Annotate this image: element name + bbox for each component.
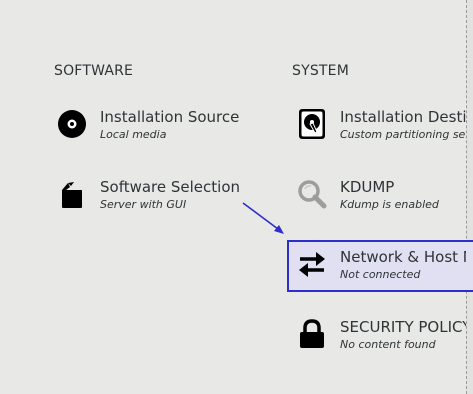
spoke-title: KDUMP (340, 178, 395, 196)
disc-icon (56, 108, 88, 140)
spoke-title: SECURITY POLICY (340, 318, 466, 336)
spoke-status: Custom partitioning selected (340, 128, 466, 141)
spoke-status: Not connected (340, 268, 421, 281)
spoke-network-host-name[interactable]: Network & Host Name Not connected (296, 248, 466, 298)
scroll-divider (466, 0, 467, 394)
spoke-title: Installation Source (100, 108, 240, 126)
section-title-software: SOFTWARE (54, 63, 134, 79)
search-icon (296, 178, 328, 210)
spoke-status: No content found (340, 338, 436, 351)
spoke-status: Kdump is enabled (340, 198, 439, 211)
section-title-system: SYSTEM (292, 63, 350, 79)
hard-drive-icon (296, 108, 328, 140)
lock-icon (296, 318, 328, 350)
window-edge (467, 0, 473, 394)
annotation-arrow (242, 202, 284, 234)
spoke-status: Local media (100, 128, 167, 141)
spoke-kdump[interactable]: KDUMP Kdump is enabled (296, 178, 466, 228)
spoke-status: Server with GUI (100, 198, 187, 211)
spoke-installation-source[interactable]: Installation Source Local media (56, 108, 276, 158)
network-arrows-icon (296, 248, 328, 280)
package-icon (56, 178, 88, 210)
spoke-title: Software Selection (100, 178, 241, 196)
spoke-installation-destination[interactable]: Installation Destination Custom partitio… (296, 108, 466, 158)
spoke-title: Network & Host Name (340, 248, 466, 266)
spoke-title: Installation Destination (340, 108, 466, 126)
spoke-security-policy[interactable]: SECURITY POLICY No content found (296, 318, 466, 368)
